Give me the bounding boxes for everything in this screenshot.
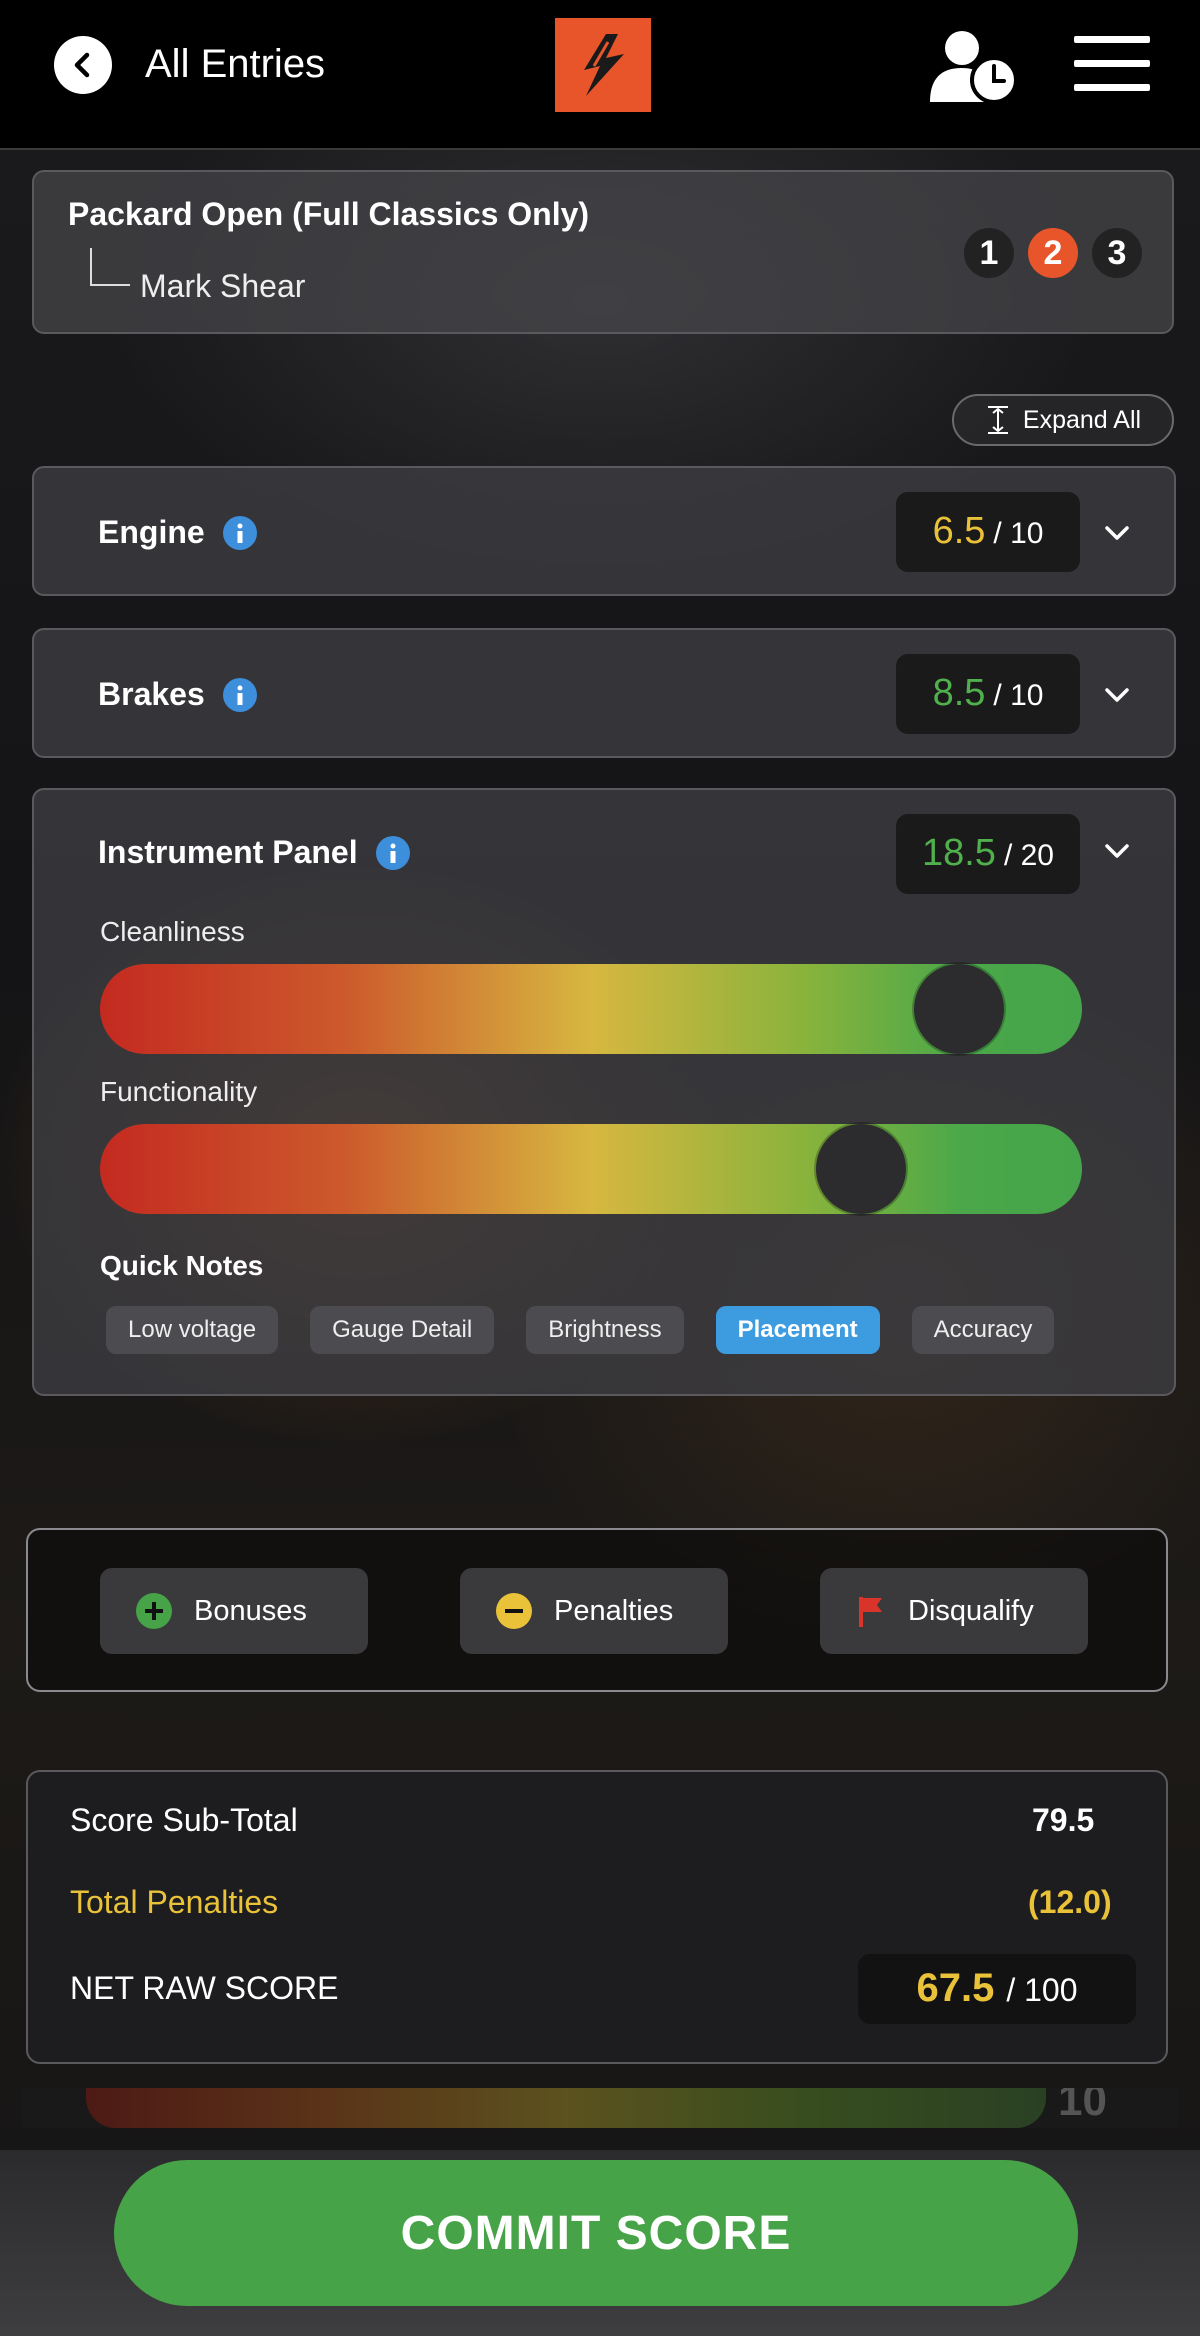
- score-value: 6.5: [932, 510, 986, 552]
- class-title: Packard Open (Full Classics Only): [68, 196, 590, 232]
- user-clock-icon[interactable]: [928, 28, 1020, 104]
- score-max: / 10: [993, 679, 1044, 712]
- chevron-down-icon[interactable]: [1100, 516, 1134, 550]
- step-1[interactable]: 1: [964, 228, 1014, 278]
- chip-low-voltage[interactable]: Low voltage: [106, 1306, 279, 1354]
- expand-all-button[interactable]: Expand All: [952, 394, 1174, 446]
- quick-notes-chips: Low voltage Gauge Detail Brightness Plac…: [106, 1306, 1055, 1354]
- score-value: 8.5: [932, 672, 986, 714]
- net-score-box: 67.5 / 100: [858, 1954, 1136, 2024]
- quick-notes-title: Quick Notes: [100, 1250, 264, 1281]
- score-box: 6.5 / 10: [896, 492, 1080, 572]
- category-engine[interactable]: Engine 6.5 / 10: [32, 466, 1176, 596]
- score-box: 8.5 / 10: [896, 654, 1080, 734]
- info-icon[interactable]: [222, 677, 257, 712]
- lightning-logo: [555, 18, 651, 112]
- category-instrument-panel[interactable]: Instrument Panel 18.5 / 20 Cleanliness F…: [32, 788, 1176, 1396]
- flag-icon: [859, 1597, 882, 1627]
- net-label: NET RAW SCORE: [70, 1970, 339, 2006]
- slider-label-cleanliness: Cleanliness: [100, 916, 245, 947]
- net-score-max: / 100: [1006, 1972, 1078, 2008]
- penalties-value: (12.0): [1028, 1884, 1112, 1920]
- chevron-down-icon[interactable]: [1100, 834, 1134, 868]
- category-brakes[interactable]: Brakes 8.5 / 10: [32, 628, 1176, 758]
- penalties-button[interactable]: Penalties: [460, 1568, 728, 1654]
- penalties-label: Total Penalties: [70, 1884, 279, 1920]
- chevron-left-icon: [74, 52, 90, 78]
- subtotal-label: Score Sub-Total: [70, 1802, 298, 1838]
- category-title: Instrument Panel: [98, 834, 410, 871]
- step-3[interactable]: 3: [1092, 228, 1142, 278]
- minus-circle-icon: [496, 1593, 532, 1629]
- hamburger-menu-icon[interactable]: [1074, 36, 1150, 92]
- scroll-peek: 10: [22, 2088, 1178, 2128]
- judge-name: Mark Shear: [140, 268, 306, 304]
- peek-slider-track: [86, 2088, 1046, 2128]
- category-title: Brakes: [98, 676, 257, 713]
- class-card: Packard Open (Full Classics Only) Mark S…: [32, 170, 1174, 334]
- slider-knob[interactable]: [816, 1124, 907, 1214]
- score-value: 18.5: [921, 832, 996, 874]
- totals-card: Score Sub-Total 79.5 Total Penalties (12…: [26, 1770, 1168, 2064]
- actions-card: Bonuses Penalties Disqualify: [26, 1528, 1168, 1692]
- back-title[interactable]: All Entries: [145, 42, 325, 87]
- slider-label-functionality: Functionality: [100, 1076, 258, 1107]
- info-icon[interactable]: [222, 515, 257, 550]
- step-2[interactable]: 2: [1028, 228, 1078, 278]
- step-indicator: 1 2 3: [964, 228, 1142, 278]
- chip-placement[interactable]: Placement: [715, 1306, 880, 1354]
- cleanliness-slider[interactable]: [100, 964, 1082, 1054]
- info-icon[interactable]: [375, 835, 410, 870]
- plus-circle-icon: [136, 1593, 172, 1629]
- chip-gauge-detail[interactable]: Gauge Detail: [310, 1306, 495, 1354]
- peek-value: 10: [1058, 2088, 1107, 2125]
- score-box: 18.5 / 20: [896, 814, 1080, 894]
- chevron-down-icon[interactable]: [1100, 678, 1134, 712]
- expand-all-label: Expand All: [1022, 405, 1142, 434]
- score-max: / 20: [1003, 839, 1054, 872]
- top-bar: All Entries: [0, 0, 1200, 150]
- bonuses-button[interactable]: Bonuses: [100, 1568, 368, 1654]
- net-score-value: 67.5: [916, 1966, 995, 2010]
- tree-connector: [90, 248, 130, 286]
- bottom-bar: COMMIT SCORE: [0, 2150, 1200, 2336]
- disqualify-button[interactable]: Disqualify: [820, 1568, 1088, 1654]
- chip-accuracy[interactable]: Accuracy: [911, 1306, 1055, 1354]
- chip-brightness[interactable]: Brightness: [526, 1306, 684, 1354]
- back-button[interactable]: [54, 36, 112, 94]
- slider-knob[interactable]: [914, 964, 1005, 1054]
- subtotal-value: 79.5: [1032, 1802, 1095, 1838]
- category-title: Engine: [98, 514, 257, 551]
- score-max: / 10: [993, 517, 1044, 550]
- expand-vertical-icon: [987, 406, 1008, 434]
- functionality-slider[interactable]: [100, 1124, 1082, 1214]
- commit-score-button[interactable]: COMMIT SCORE: [114, 2160, 1078, 2306]
